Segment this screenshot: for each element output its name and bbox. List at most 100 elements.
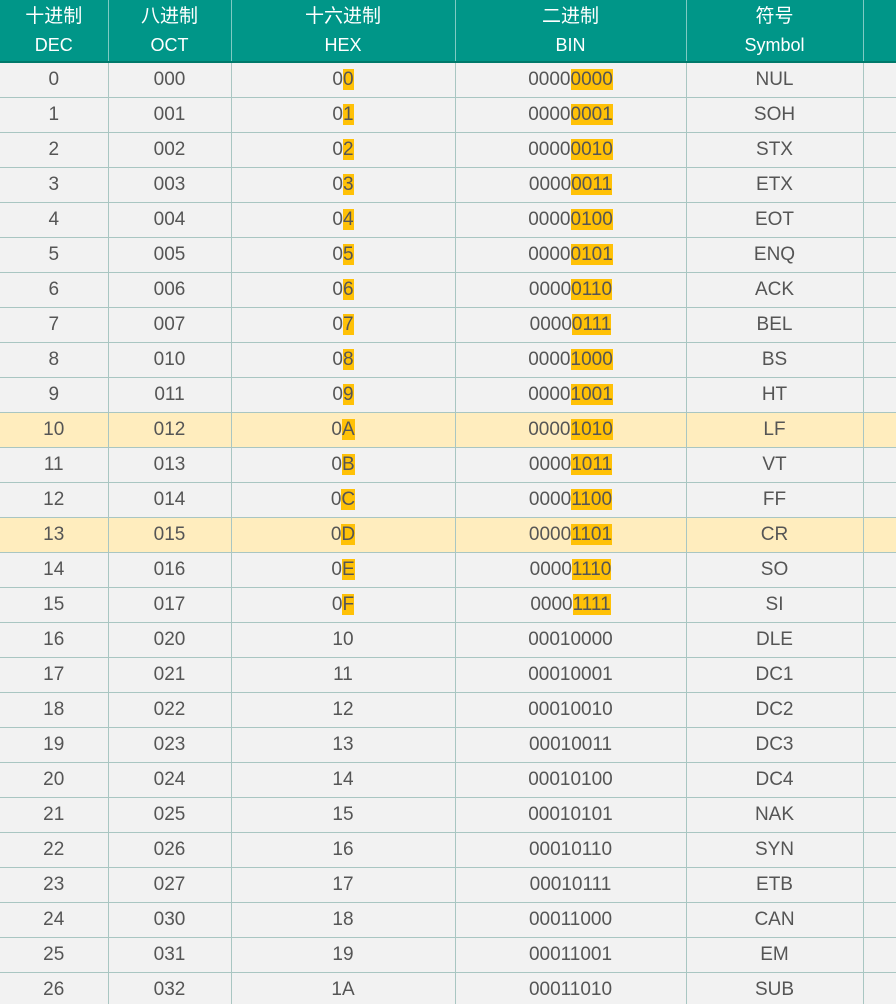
hex-prefix: 16 bbox=[332, 839, 354, 860]
cell-extra bbox=[863, 587, 896, 623]
cell-extra bbox=[863, 937, 896, 973]
hex-highlight: D bbox=[341, 524, 356, 545]
table-row: 1 001 01 00000001 SOH bbox=[0, 97, 896, 133]
cell-extra bbox=[863, 972, 896, 1004]
cell-symbol: ETB bbox=[686, 867, 864, 903]
table-row: 20 024 14 00010100 DC4 bbox=[0, 762, 896, 798]
cell-dec: 13 bbox=[0, 517, 109, 553]
table-row: 23 027 17 00010111 ETB bbox=[0, 867, 896, 903]
cell-dec: 12 bbox=[0, 482, 109, 518]
cell-symbol: FF bbox=[686, 482, 864, 518]
bin-prefix: 00010011 bbox=[528, 734, 613, 755]
cell-symbol: CAN bbox=[686, 902, 864, 938]
table-row: 16 020 10 00010000 DLE bbox=[0, 622, 896, 658]
cell-extra bbox=[863, 657, 896, 693]
cell-symbol: SO bbox=[686, 552, 864, 588]
cell-oct: 010 bbox=[108, 342, 232, 378]
cell-symbol: DC1 bbox=[686, 657, 864, 693]
bin-prefix: 0000 bbox=[528, 454, 572, 475]
cell-hex: 16 bbox=[231, 832, 456, 868]
hex-prefix: 10 bbox=[332, 629, 354, 650]
cell-dec: 11 bbox=[0, 447, 109, 483]
hex-prefix: 0 bbox=[332, 314, 343, 335]
cell-hex: 0F bbox=[231, 587, 456, 623]
ascii-table: 十进制 DEC 八进制 OCT 十六进制 HEX 二进制 BIN 符号 Symb… bbox=[0, 0, 896, 1004]
bin-prefix: 0000 bbox=[528, 244, 571, 265]
cell-extra bbox=[863, 867, 896, 903]
cell-dec: 5 bbox=[0, 237, 109, 273]
cell-bin: 00000101 bbox=[455, 237, 687, 273]
cell-hex: 04 bbox=[231, 202, 456, 238]
hex-prefix: 19 bbox=[332, 944, 354, 965]
cell-hex: 13 bbox=[231, 727, 456, 763]
bin-prefix: 0000 bbox=[529, 559, 572, 580]
cell-hex: 1A bbox=[231, 972, 456, 1004]
table-row: 26 032 1A 00011010 SUB bbox=[0, 972, 896, 1004]
hex-prefix: 18 bbox=[332, 909, 354, 930]
table-row: 7 007 07 00000111 BEL bbox=[0, 307, 896, 343]
cell-hex: 06 bbox=[231, 272, 456, 308]
cell-bin: 00001110 bbox=[455, 552, 687, 588]
cell-symbol: EM bbox=[686, 937, 864, 973]
cell-oct: 020 bbox=[108, 622, 232, 658]
header-hex-zh: 十六进制 bbox=[304, 4, 381, 27]
cell-symbol: DC2 bbox=[686, 692, 864, 728]
bin-prefix: 0000 bbox=[529, 314, 572, 335]
cell-symbol: DLE bbox=[686, 622, 864, 658]
cell-symbol: HT bbox=[686, 377, 864, 413]
cell-bin: 00001010 bbox=[455, 412, 687, 448]
cell-dec: 20 bbox=[0, 762, 109, 798]
hex-prefix: 0 bbox=[331, 594, 343, 615]
hex-prefix: 1A bbox=[331, 979, 355, 1000]
hex-prefix: 0 bbox=[332, 139, 343, 160]
cell-symbol: NAK bbox=[686, 797, 864, 833]
cell-symbol: ACK bbox=[686, 272, 864, 308]
cell-symbol: DC3 bbox=[686, 727, 864, 763]
header-symbol: 符号 Symbol bbox=[686, 0, 864, 63]
cell-symbol: LF bbox=[686, 412, 864, 448]
bin-prefix: 00010100 bbox=[528, 769, 613, 790]
bin-prefix: 0000 bbox=[528, 139, 571, 160]
header-symbol-zh: 符号 bbox=[755, 4, 794, 27]
hex-highlight: 8 bbox=[343, 349, 354, 370]
cell-extra bbox=[863, 762, 896, 798]
hex-prefix: 17 bbox=[332, 874, 354, 895]
hex-prefix: 0 bbox=[332, 104, 343, 125]
bin-highlight: 1010 bbox=[570, 419, 613, 440]
cell-dec: 6 bbox=[0, 272, 109, 308]
bin-prefix: 00010101 bbox=[528, 804, 613, 825]
hex-highlight: E bbox=[341, 559, 355, 580]
table-row: 12 014 0C 00001100 FF bbox=[0, 482, 896, 518]
cell-symbol: SOH bbox=[686, 97, 864, 133]
cell-oct: 005 bbox=[108, 237, 232, 273]
cell-dec: 15 bbox=[0, 587, 109, 623]
header-row: 十进制 DEC 八进制 OCT 十六进制 HEX 二进制 BIN 符号 Symb… bbox=[0, 0, 896, 63]
hex-prefix: 0 bbox=[330, 524, 342, 545]
bin-highlight: 1100 bbox=[571, 489, 613, 510]
cell-bin: 00010011 bbox=[455, 727, 687, 763]
bin-highlight: 1110 bbox=[571, 559, 612, 580]
cell-oct: 003 bbox=[108, 167, 232, 203]
cell-bin: 00010001 bbox=[455, 657, 687, 693]
table-header: 十进制 DEC 八进制 OCT 十六进制 HEX 二进制 BIN 符号 Symb… bbox=[0, 0, 896, 63]
cell-dec: 19 bbox=[0, 727, 109, 763]
cell-symbol: EOT bbox=[686, 202, 864, 238]
cell-hex: 0C bbox=[231, 482, 456, 518]
header-extra bbox=[863, 0, 896, 63]
header-dec-zh: 十进制 bbox=[25, 4, 83, 27]
table-row: 8 010 08 00001000 BS bbox=[0, 342, 896, 378]
bin-prefix: 0000 bbox=[528, 489, 572, 510]
table-row: 21 025 15 00010101 NAK bbox=[0, 797, 896, 833]
bin-prefix: 0000 bbox=[528, 524, 572, 545]
cell-bin: 00000011 bbox=[455, 167, 687, 203]
cell-bin: 00001111 bbox=[455, 587, 687, 623]
cell-oct: 030 bbox=[108, 902, 232, 938]
cell-hex: 10 bbox=[231, 622, 456, 658]
cell-dec: 10 bbox=[0, 412, 109, 448]
bin-highlight: 1011 bbox=[571, 454, 613, 475]
bin-highlight: 0000 bbox=[570, 69, 613, 90]
header-bin-en: BIN bbox=[555, 34, 586, 55]
bin-prefix: 0000 bbox=[530, 594, 573, 615]
hex-prefix: 0 bbox=[332, 209, 343, 230]
table-row: 3 003 03 00000011 ETX bbox=[0, 167, 896, 203]
